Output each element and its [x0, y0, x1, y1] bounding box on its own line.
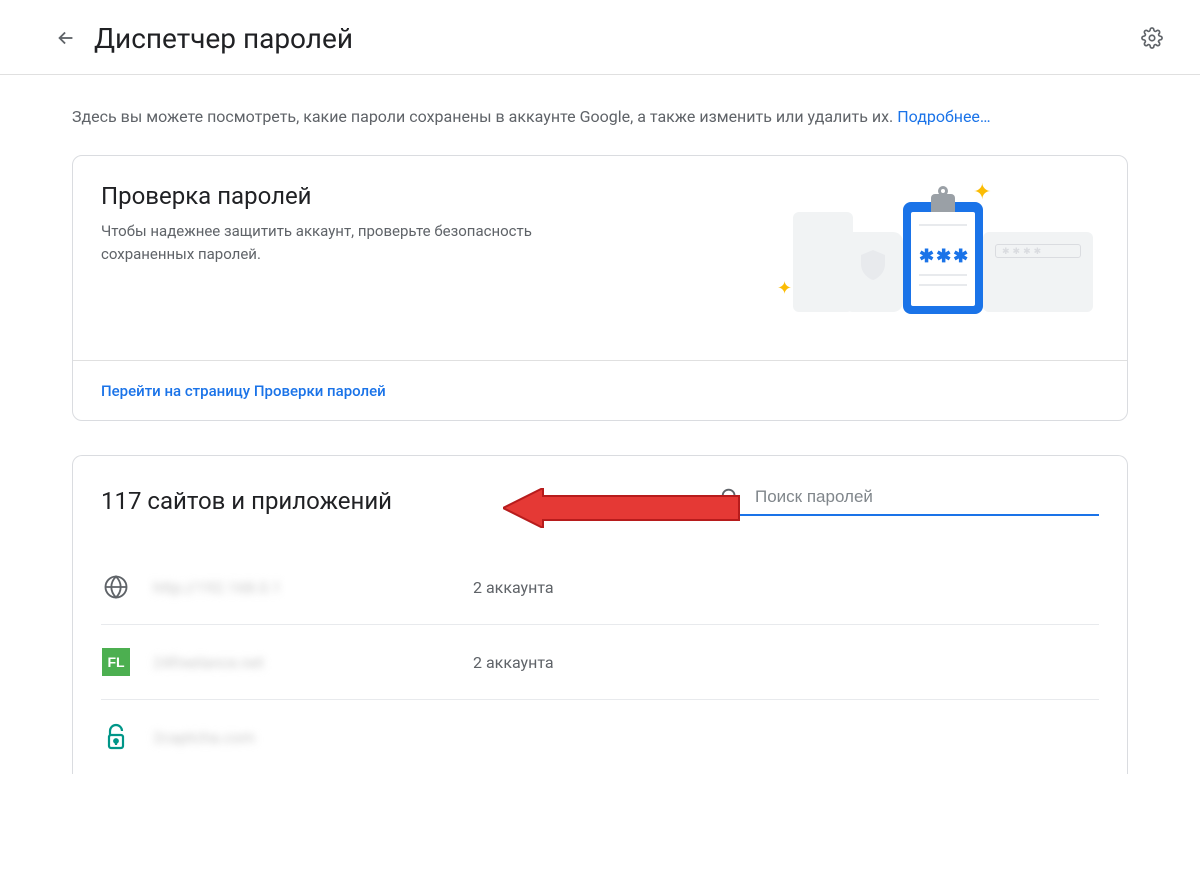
site-row[interactable]: 2captcha.com	[101, 700, 1099, 774]
lock-icon	[101, 722, 131, 752]
sparkle-icon: ✦	[973, 180, 991, 205]
account-count: 2 аккаунта	[473, 578, 554, 597]
card-text: Проверка паролей Чтобы надежнее защитить…	[101, 182, 749, 265]
learn-more-link[interactable]: Подробнее…	[897, 107, 990, 126]
password-checkup-card: Проверка паролей Чтобы надежнее защитить…	[72, 155, 1128, 421]
checkup-desc: Чтобы надежнее защитить аккаунт, проверь…	[101, 220, 581, 265]
checkup-title: Проверка паролей	[101, 182, 749, 210]
account-count: 2 аккаунта	[473, 653, 554, 672]
app-header: Диспетчер паролей	[0, 0, 1200, 75]
site-row[interactable]: FL 24freelance.net 2 аккаунта	[101, 625, 1099, 700]
site-name: http://192.168.0.1	[153, 578, 473, 597]
globe-icon	[101, 572, 131, 602]
password-stars-icon: ✱✱✱	[919, 246, 970, 267]
gear-icon	[1141, 27, 1163, 49]
card-body: Проверка паролей Чтобы надежнее защитить…	[73, 156, 1127, 360]
page-content: Здесь вы можете посмотреть, какие пароли…	[0, 75, 1200, 774]
sites-list-card: 117 сайтов и приложений http://192.168.0…	[72, 455, 1128, 774]
intro-body: Здесь вы можете посмотреть, какие пароли…	[72, 107, 897, 126]
sparkle-icon: ✦	[777, 278, 792, 299]
checkup-illustration: ✱✱✱✱ ✱✱✱ ✦ ✦	[773, 182, 1103, 332]
go-to-checkup-link[interactable]: Перейти на страницу Проверки паролей	[101, 382, 386, 400]
site-name: 2captcha.com	[153, 728, 473, 747]
back-button[interactable]	[46, 18, 86, 58]
search-icon	[719, 486, 741, 508]
fl-logo-icon: FL	[101, 647, 131, 677]
site-name: 24freelance.net	[153, 653, 473, 672]
intro-text: Здесь вы можете посмотреть, какие пароли…	[72, 105, 1128, 129]
card-footer: Перейти на страницу Проверки паролей	[73, 360, 1127, 420]
search-wrap	[719, 486, 1099, 516]
list-header: 117 сайтов и приложений	[101, 486, 1099, 516]
site-row[interactable]: http://192.168.0.1 2 аккаунта	[101, 550, 1099, 625]
arrow-left-icon	[55, 27, 77, 49]
page-title: Диспетчер паролей	[94, 22, 1132, 55]
settings-button[interactable]	[1132, 18, 1172, 58]
search-input[interactable]	[755, 487, 1099, 507]
sites-count-title: 117 сайтов и приложений	[101, 487, 392, 515]
